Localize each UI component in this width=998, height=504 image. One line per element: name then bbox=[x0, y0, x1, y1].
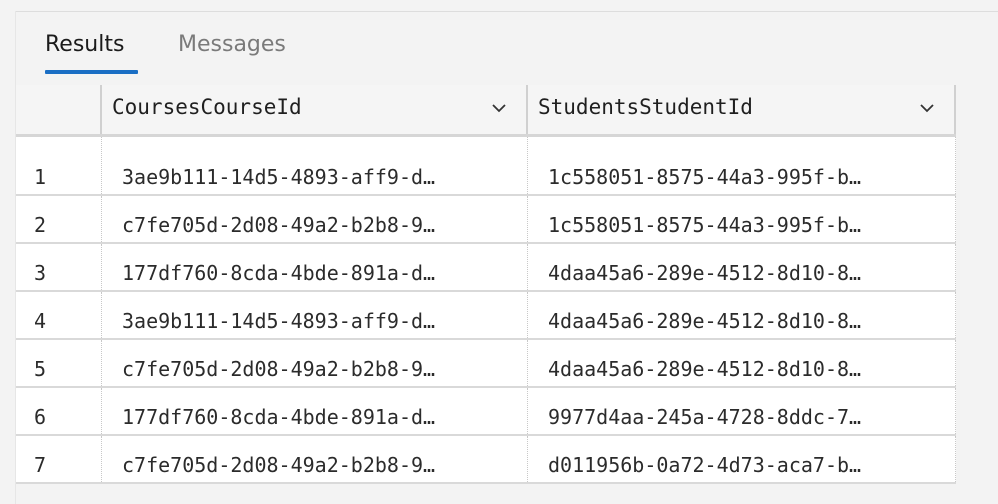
column-header-studentsstudentid[interactable]: StudentsStudentId bbox=[528, 85, 956, 134]
courses-course-id-cell[interactable]: c7fe705d-2d08-49a2-b2b8-9… bbox=[102, 340, 528, 386]
grid-body: 1 3ae9b111-14d5-4893-aff9-d… 1c558051-85… bbox=[16, 137, 956, 484]
row-number-cell: 2 bbox=[16, 196, 102, 242]
table-row[interactable]: 2 c7fe705d-2d08-49a2-b2b8-9… 1c558051-85… bbox=[16, 196, 956, 244]
chevron-down-icon[interactable] bbox=[920, 101, 934, 115]
students-student-id-cell[interactable]: d011956b-0a72-4d73-aca7-b… bbox=[528, 436, 956, 482]
table-row[interactable]: 7 c7fe705d-2d08-49a2-b2b8-9… d011956b-0a… bbox=[16, 436, 956, 484]
row-number-cell: 7 bbox=[16, 436, 102, 482]
students-student-id-cell[interactable]: 1c558051-8575-44a3-995f-b… bbox=[528, 137, 956, 194]
grid-header: CoursesCourseId StudentsStudentId bbox=[16, 85, 956, 137]
students-student-id-cell[interactable]: 4daa45a6-289e-4512-8d10-8… bbox=[528, 292, 956, 338]
courses-course-id-cell[interactable]: 3ae9b111-14d5-4893-aff9-d… bbox=[102, 292, 528, 338]
table-row[interactable]: 5 c7fe705d-2d08-49a2-b2b8-9… 4daa45a6-28… bbox=[16, 340, 956, 388]
students-student-id-cell[interactable]: 4daa45a6-289e-4512-8d10-8… bbox=[528, 340, 956, 386]
row-number-cell: 3 bbox=[16, 244, 102, 290]
table-row[interactable]: 1 3ae9b111-14d5-4893-aff9-d… 1c558051-85… bbox=[16, 137, 956, 196]
students-student-id-cell[interactable]: 9977d4aa-245a-4728-8ddc-7… bbox=[528, 388, 956, 434]
courses-course-id-cell[interactable]: 3ae9b111-14d5-4893-aff9-d… bbox=[102, 137, 528, 194]
tab-results[interactable]: Results bbox=[45, 28, 138, 74]
students-student-id-cell[interactable]: 1c558051-8575-44a3-995f-b… bbox=[528, 196, 956, 242]
column-header-label: CoursesCourseId bbox=[112, 95, 302, 119]
courses-course-id-cell[interactable]: c7fe705d-2d08-49a2-b2b8-9… bbox=[102, 196, 528, 242]
row-number-cell: 4 bbox=[16, 292, 102, 338]
row-number-cell: 5 bbox=[16, 340, 102, 386]
courses-course-id-cell[interactable]: 177df760-8cda-4bde-891a-d… bbox=[102, 244, 528, 290]
column-header-coursescourseid[interactable]: CoursesCourseId bbox=[102, 85, 528, 134]
row-number-cell: 1 bbox=[16, 137, 102, 194]
courses-course-id-cell[interactable]: c7fe705d-2d08-49a2-b2b8-9… bbox=[102, 436, 528, 482]
row-number-header bbox=[16, 85, 102, 134]
results-grid: CoursesCourseId StudentsStudentId 1 3ae9… bbox=[16, 85, 956, 484]
students-student-id-cell[interactable]: 4daa45a6-289e-4512-8d10-8… bbox=[528, 244, 956, 290]
row-number-cell: 6 bbox=[16, 388, 102, 434]
courses-course-id-cell[interactable]: 177df760-8cda-4bde-891a-d… bbox=[102, 388, 528, 434]
column-header-label: StudentsStudentId bbox=[538, 95, 753, 119]
table-row[interactable]: 4 3ae9b111-14d5-4893-aff9-d… 4daa45a6-28… bbox=[16, 292, 956, 340]
panel-top-border bbox=[16, 11, 998, 12]
tab-messages[interactable]: Messages bbox=[178, 28, 286, 74]
table-row[interactable]: 3 177df760-8cda-4bde-891a-d… 4daa45a6-28… bbox=[16, 244, 956, 292]
chevron-down-icon[interactable] bbox=[492, 101, 506, 115]
table-row[interactable]: 6 177df760-8cda-4bde-891a-d… 9977d4aa-24… bbox=[16, 388, 956, 436]
